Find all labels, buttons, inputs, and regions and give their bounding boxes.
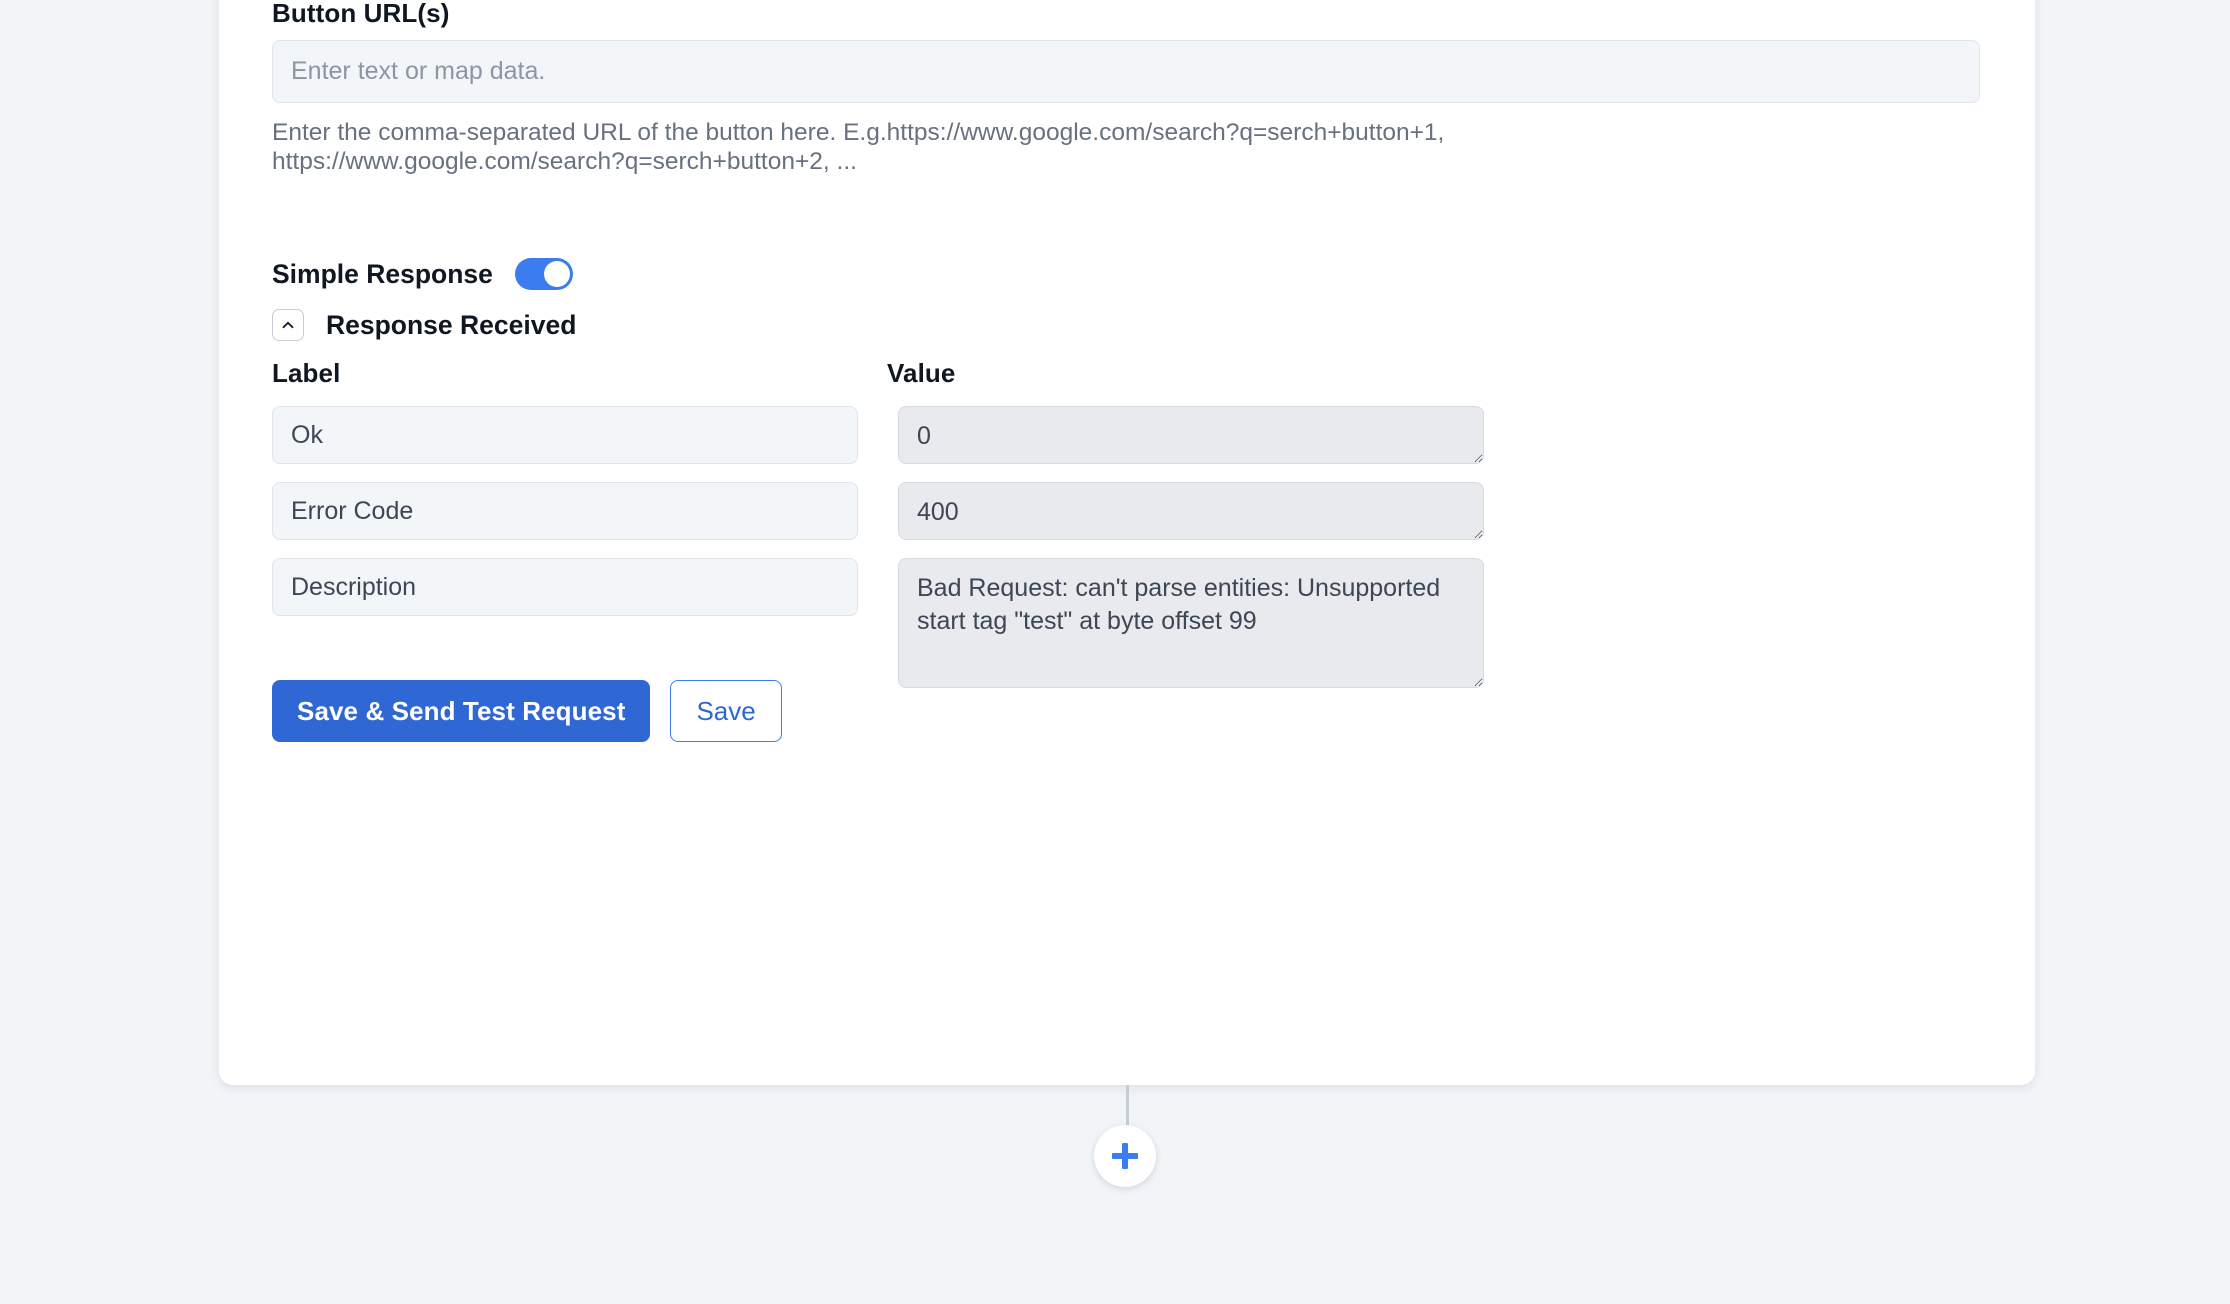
button-url-label: Button URL(s) [272,0,450,28]
table-row: 0 [272,406,1980,482]
table-header-row: Label Value [272,360,1980,406]
node-settings-card: Button URL(s) Enter the comma-separated … [219,0,2035,1085]
response-collapse-button[interactable] [272,309,304,341]
row-label-input[interactable] [272,406,858,464]
response-received-header: Response Received [272,309,576,341]
row-label-input[interactable] [272,558,858,616]
simple-response-label: Simple Response [272,258,493,289]
row-value-textarea[interactable]: 0 [898,406,1484,464]
table-row: Bad Request: can't parse entities: Unsup… [272,558,1980,688]
table-row: 400 [272,482,1980,558]
button-url-input[interactable] [272,40,1980,103]
table-body: 0 400 Bad Request: can't parse entities:… [272,406,1980,688]
card-content: Button URL(s) Enter the comma-separated … [272,0,1980,1085]
save-button[interactable]: Save [670,680,782,742]
add-node-button[interactable] [1094,1125,1156,1187]
column-header-label: Label [272,358,341,388]
save-and-send-test-request-button[interactable]: Save & Send Test Request [272,680,651,742]
flow-connector-line [1126,1085,1129,1130]
response-key-value-table: Label Value 0 400 Bad Request: can't par… [272,360,1980,688]
column-header-value: Value [887,358,956,388]
simple-response-toggle[interactable] [514,258,573,290]
row-label-input[interactable] [272,482,858,540]
card-actions: Save & Send Test Request Save [272,680,782,742]
row-value-textarea[interactable]: Bad Request: can't parse entities: Unsup… [898,558,1484,688]
row-value-textarea[interactable]: 400 [898,482,1484,540]
response-received-title: Response Received [326,309,577,340]
button-url-help-text: Enter the comma-separated URL of the but… [272,119,1445,175]
toggle-knob [543,261,570,287]
simple-response-row: Simple Response [272,258,573,290]
chevron-up-icon [279,316,297,334]
plus-icon-vertical [1122,1143,1128,1169]
